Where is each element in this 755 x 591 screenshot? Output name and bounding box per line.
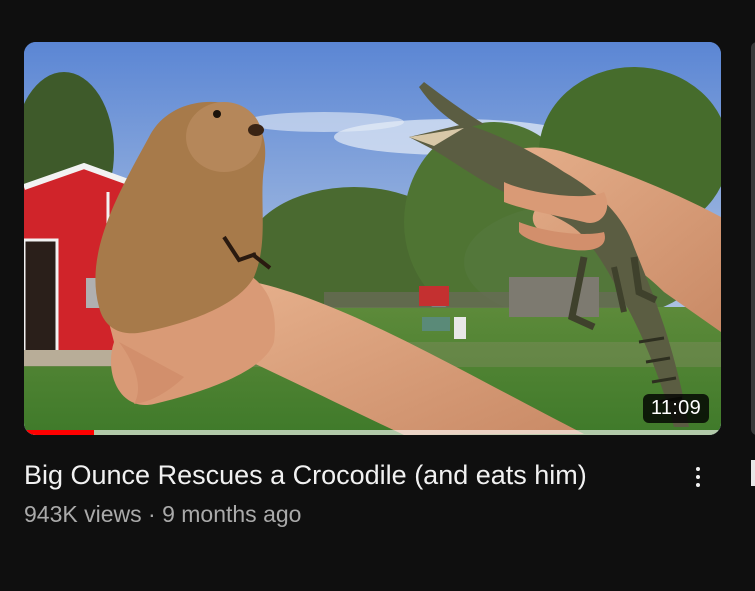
video-title[interactable]: Big Ounce Rescues a Crocodile (and eats … <box>24 457 624 493</box>
watch-progress-fill <box>24 430 94 435</box>
view-count: 943K views <box>24 501 142 527</box>
more-vert-icon[interactable] <box>683 459 713 495</box>
video-meta: Big Ounce Rescues a Crocodile (and eats … <box>24 457 721 529</box>
next-video-thumbnail-edge[interactable] <box>751 42 755 435</box>
meta-separator: · <box>148 501 156 527</box>
publish-date: 9 months ago <box>162 501 302 527</box>
next-video-title-edge <box>751 460 755 486</box>
video-thumbnail[interactable]: 11:09 <box>24 42 721 435</box>
video-stats: 943K views · 9 months ago <box>24 499 673 529</box>
video-duration-badge: 11:09 <box>642 394 709 423</box>
watch-progress-bar <box>24 430 721 435</box>
video-card[interactable]: 11:09 Big Ounce Rescues a Crocodile (and… <box>24 42 721 529</box>
thumbnail-image <box>24 42 721 435</box>
feed: 11:09 Big Ounce Rescues a Crocodile (and… <box>0 0 755 591</box>
